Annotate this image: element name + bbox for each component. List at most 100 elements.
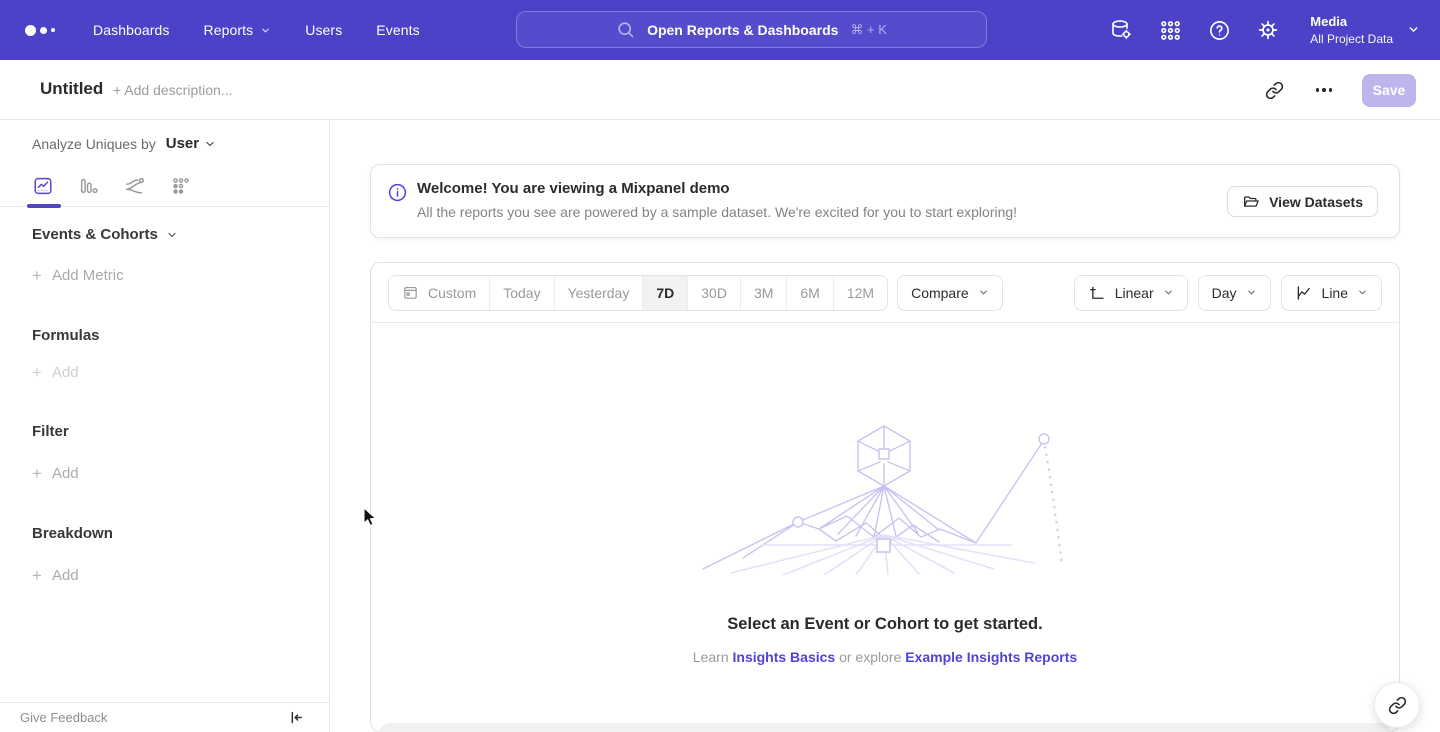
nav-item-events[interactable]: Events (376, 22, 419, 38)
save-button[interactable]: Save (1362, 74, 1416, 107)
welcome-banner: Welcome! You are viewing a Mixpanel demo… (370, 164, 1400, 238)
retention-grid-icon (170, 175, 192, 197)
banner-subtitle: All the reports you see are powered by a… (417, 204, 1017, 220)
nav-item-users[interactable]: Users (305, 22, 342, 38)
insights-basics-link[interactable]: Insights Basics (733, 649, 836, 665)
folder-icon (1242, 193, 1260, 211)
collapse-sidebar-icon[interactable] (285, 708, 305, 728)
example-insights-reports-link[interactable]: Example Insights Reports (905, 649, 1077, 665)
add-metric-button[interactable]: + Add Metric (32, 267, 124, 284)
line-chart-icon (1295, 284, 1313, 302)
chevron-down-icon (1357, 287, 1368, 298)
nav-item-label: Users (305, 22, 342, 38)
search-placeholder: Open Reports & Dashboards (647, 22, 838, 38)
filter-section-title: Filter (32, 423, 69, 440)
hint-middle: or explore (839, 649, 901, 665)
banner-title: Welcome! You are viewing a Mixpanel demo (417, 180, 730, 197)
view-datasets-label: View Datasets (1269, 194, 1363, 210)
tab-retention[interactable] (170, 171, 192, 201)
more-options-icon[interactable] (1312, 84, 1337, 96)
empty-state-hint: Learn Insights Basics or explore Example… (371, 649, 1399, 665)
range-30d[interactable]: 30D (687, 276, 740, 310)
card-footer-strip (378, 723, 1392, 732)
breakdown-section-title: Breakdown (32, 525, 113, 542)
range-12m[interactable]: 12M (833, 276, 887, 310)
data-management-icon[interactable] (1108, 17, 1134, 43)
top-navbar: Dashboards Reports Users Events Open Rep… (0, 0, 1440, 60)
add-filter-label: Add (52, 465, 79, 482)
copy-link-icon[interactable] (1264, 79, 1286, 101)
chevron-down-icon (204, 138, 216, 150)
range-label: 12M (847, 285, 874, 301)
report-description-placeholder[interactable]: + Add description... (113, 82, 232, 98)
tab-bar-chart[interactable] (78, 171, 100, 201)
project-scope: All Project Data (1310, 31, 1393, 47)
compare-dropdown[interactable]: Compare (897, 275, 1003, 311)
empty-state-illustration (701, 423, 1071, 575)
chart-controls: Linear Day Line (1074, 275, 1382, 311)
events-cohorts-section[interactable]: Events & Cohorts (32, 226, 178, 243)
info-icon (387, 182, 408, 208)
range-today[interactable]: Today (489, 276, 553, 310)
add-metric-label: Add Metric (52, 267, 124, 284)
plus-icon: + (32, 364, 42, 381)
analyze-selector-dropdown[interactable]: User (166, 135, 216, 152)
date-range-segmented-control: Custom Today Yesterday 7D 30D 3M 6M 12M (388, 275, 888, 311)
flows-icon (124, 175, 146, 197)
linear-scale-icon (1088, 284, 1106, 302)
give-feedback-link[interactable]: Give Feedback (20, 710, 107, 725)
mixpanel-logo-icon[interactable] (25, 25, 55, 36)
calendar-icon (402, 284, 419, 301)
report-toolbar: Custom Today Yesterday 7D 30D 3M 6M 12M … (371, 263, 1399, 323)
scale-dropdown[interactable]: Linear (1074, 275, 1188, 311)
range-3m[interactable]: 3M (740, 276, 786, 310)
apps-grid-icon[interactable] (1157, 17, 1183, 43)
add-filter-button[interactable]: + Add (32, 465, 79, 482)
link-icon (1388, 696, 1407, 715)
project-meta: Media All Project Data (1310, 13, 1393, 47)
interval-label: Day (1212, 285, 1237, 301)
range-label: Today (503, 285, 540, 301)
chevron-down-icon (166, 229, 178, 241)
nav-item-reports[interactable]: Reports (204, 22, 272, 38)
global-search-input[interactable]: Open Reports & Dashboards ⌘ + K (516, 11, 987, 48)
empty-state-title: Select an Event or Cohort to get started… (371, 615, 1399, 634)
nav-item-dashboards[interactable]: Dashboards (93, 22, 170, 38)
nav-item-label: Events (376, 22, 419, 38)
share-link-fab[interactable] (1374, 682, 1420, 728)
project-name: Media (1310, 13, 1393, 31)
query-builder-sidebar: Analyze Uniques by User (0, 120, 330, 732)
range-6m[interactable]: 6M (786, 276, 832, 310)
project-switcher[interactable]: Media All Project Data (1310, 13, 1420, 47)
report-title[interactable]: Untitled (40, 79, 103, 99)
analyze-label: Analyze Uniques by (32, 136, 156, 152)
interval-dropdown[interactable]: Day (1198, 275, 1271, 311)
range-7d[interactable]: 7D (642, 276, 687, 310)
insights-report-card: Custom Today Yesterday 7D 30D 3M 6M 12M … (370, 262, 1400, 732)
scale-label: Linear (1115, 285, 1154, 301)
tab-flows[interactable] (124, 171, 146, 201)
hint-prefix: Learn (693, 649, 729, 665)
sidebar-footer: Give Feedback (0, 702, 329, 732)
nav-item-label: Reports (204, 22, 254, 38)
chevron-down-icon (1407, 23, 1420, 36)
add-formula-button[interactable]: + Add (32, 364, 79, 381)
chart-type-dropdown[interactable]: Line (1281, 275, 1382, 311)
header-actions: Save (1264, 60, 1417, 120)
plus-icon: + (32, 567, 42, 584)
plus-icon: + (32, 465, 42, 482)
range-label: 6M (800, 285, 819, 301)
mixpanel-app: Dashboards Reports Users Events Open Rep… (0, 0, 1440, 732)
range-yesterday[interactable]: Yesterday (554, 276, 643, 310)
range-label: 30D (701, 285, 727, 301)
range-label: Custom (428, 285, 476, 301)
tab-insights[interactable] (32, 171, 54, 201)
search-icon (616, 20, 635, 39)
visualization-tabs (0, 165, 329, 207)
add-breakdown-button[interactable]: + Add (32, 567, 79, 584)
search-shortcut: ⌘ + K (850, 22, 887, 38)
view-datasets-button[interactable]: View Datasets (1227, 186, 1378, 217)
settings-gear-icon[interactable] (1255, 17, 1281, 43)
help-icon[interactable] (1206, 17, 1232, 43)
range-custom[interactable]: Custom (389, 276, 489, 310)
